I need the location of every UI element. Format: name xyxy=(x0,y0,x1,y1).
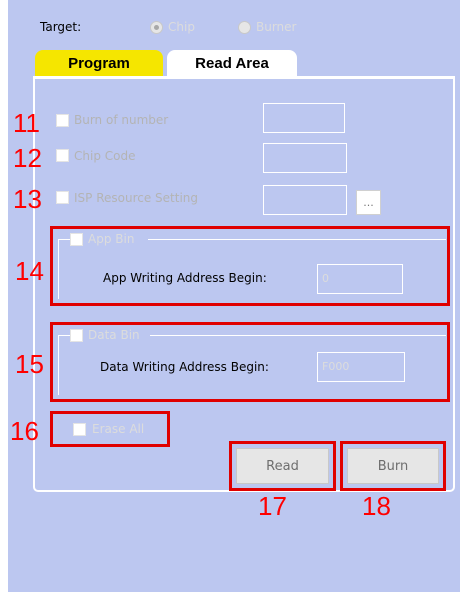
isp-browse-button[interactable]: ... xyxy=(356,190,381,215)
annotation-15: 15 xyxy=(15,349,44,379)
chip-code-checkbox[interactable] xyxy=(56,149,69,162)
annotation-13: 13 xyxy=(13,184,42,214)
app-bin-checkbox[interactable] xyxy=(70,233,83,246)
app-address-input[interactable]: 0 xyxy=(317,264,403,294)
erase-all-label: Erase All xyxy=(92,422,145,436)
tab-read-area[interactable]: Read Area xyxy=(167,50,297,76)
data-address-label: Data Writing Address Begin: xyxy=(100,360,269,374)
isp-resource-checkbox[interactable] xyxy=(56,191,69,204)
chip-code-label: Chip Code xyxy=(74,149,136,163)
burn-of-number-checkbox[interactable] xyxy=(56,114,69,127)
data-bin-checkbox[interactable] xyxy=(70,329,83,342)
erase-all-checkbox[interactable] xyxy=(73,423,86,436)
annotation-18: 18 xyxy=(362,491,391,521)
radio-burner-label: Burner xyxy=(256,20,297,34)
annotation-12: 12 xyxy=(13,143,42,173)
annotation-17: 17 xyxy=(258,491,287,521)
chip-code-input[interactable] xyxy=(263,143,347,173)
tab-program[interactable]: Program xyxy=(35,50,163,76)
radio-burner[interactable] xyxy=(238,21,251,34)
app-address-label: App Writing Address Begin: xyxy=(103,271,267,285)
data-address-input[interactable]: F000 xyxy=(317,352,405,382)
app-bin-label: App Bin xyxy=(88,232,135,246)
annotation-11: 11 xyxy=(13,108,40,138)
burn-of-number-label: Burn of number xyxy=(74,113,169,127)
isp-resource-input[interactable] xyxy=(263,185,347,215)
target-label: Target: xyxy=(40,20,82,34)
annotation-16: 16 xyxy=(10,416,39,446)
data-bin-label: Data Bin xyxy=(88,328,140,342)
radio-chip-label: Chip xyxy=(168,20,195,34)
isp-resource-label: ISP Resource Setting xyxy=(74,191,199,205)
burn-of-number-input[interactable] xyxy=(263,103,345,133)
burn-button[interactable]: Burn xyxy=(347,448,439,484)
radio-chip[interactable] xyxy=(150,21,163,34)
annotation-14: 14 xyxy=(15,256,44,286)
read-button[interactable]: Read xyxy=(236,448,329,484)
